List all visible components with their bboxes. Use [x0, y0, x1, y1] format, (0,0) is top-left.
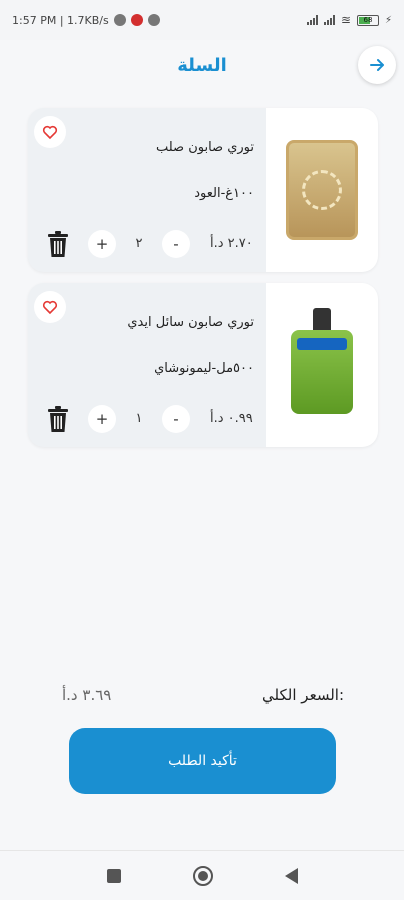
- cart-item: توري صابون صلب ١٠٠غ-العود ٢.٧٠ د.أ - ٢ +: [28, 108, 378, 272]
- status-time: 1:57 PM | 1.7KB/s: [12, 13, 109, 27]
- confirm-order-button[interactable]: تأكيد الطلب: [69, 728, 336, 794]
- system-nav-bar: [0, 850, 404, 900]
- heart-icon: [42, 300, 58, 315]
- notification-icon: [113, 14, 126, 26]
- total-label: السعر الكلي:: [262, 686, 344, 704]
- soap-bar-image: [286, 140, 358, 240]
- wifi-icon: ≊: [340, 13, 351, 27]
- cart-item: توري صابون سائل ايدي ٥٠٠مل-ليمونوشاي ٠.٩…: [28, 283, 378, 447]
- page-title: السلة: [177, 54, 227, 76]
- product-price: ٢.٧٠ د.أ: [210, 236, 253, 251]
- product-variant: ١٠٠غ-العود: [194, 186, 254, 201]
- favorite-button[interactable]: [34, 116, 66, 148]
- decrease-quantity-button[interactable]: -: [162, 405, 190, 433]
- product-name: توري صابون صلب: [155, 140, 254, 155]
- trash-icon: [48, 231, 68, 257]
- trash-icon: [48, 406, 68, 432]
- decrease-quantity-button[interactable]: -: [162, 230, 190, 258]
- notification-icon-2: [147, 14, 160, 26]
- quantity-value: ٢: [135, 236, 143, 251]
- product-variant: ٥٠٠مل-ليمونوشاي: [154, 361, 254, 376]
- delete-button[interactable]: [44, 403, 72, 435]
- signal-icon: [306, 15, 318, 25]
- back-button[interactable]: [358, 46, 396, 84]
- total-value: ٣.٦٩ د.أ: [62, 686, 112, 704]
- liquid-soap-image: [291, 308, 353, 414]
- recent-apps-button[interactable]: [106, 868, 121, 883]
- app-notification-icon: [130, 14, 143, 26]
- status-bar: 1:57 PM | 1.7KB/s ≊ 68 ⚡: [0, 0, 404, 40]
- heart-icon: [42, 125, 58, 140]
- increase-quantity-button[interactable]: +: [88, 405, 116, 433]
- signal-icon-2: [323, 15, 335, 25]
- quantity-value: ١: [135, 411, 143, 426]
- charging-icon: ⚡: [384, 14, 392, 26]
- product-image: [266, 283, 378, 447]
- increase-quantity-button[interactable]: +: [88, 230, 116, 258]
- arrow-right-icon: [370, 59, 384, 71]
- product-image: [266, 108, 378, 272]
- product-price: ٠.٩٩ د.أ: [210, 411, 253, 426]
- delete-button[interactable]: [44, 228, 72, 260]
- favorite-button[interactable]: [34, 291, 66, 323]
- header: السلة: [0, 40, 404, 90]
- status-right: ≊ 68 ⚡: [306, 13, 392, 27]
- battery-icon: 68: [356, 14, 379, 26]
- status-left: 1:57 PM | 1.7KB/s: [12, 14, 160, 27]
- home-button[interactable]: [192, 865, 213, 886]
- back-nav-button[interactable]: [284, 867, 298, 884]
- product-name: توري صابون سائل ايدي: [127, 315, 254, 330]
